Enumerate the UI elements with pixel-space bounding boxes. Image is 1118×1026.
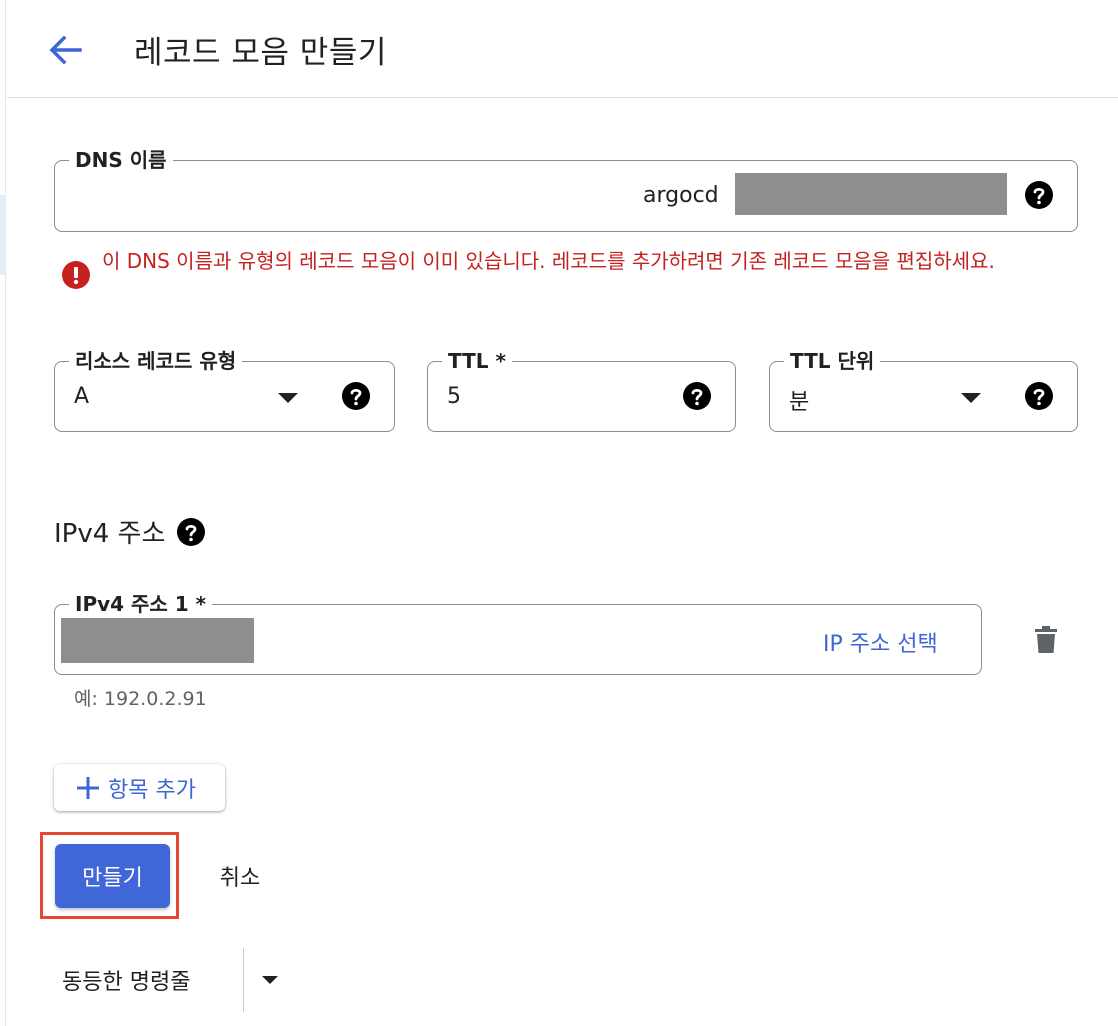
- add-item-label: 항목 추가: [108, 777, 196, 803]
- error-text: 이 DNS 이름과 유형의 레코드 모음이 이미 있습니다. 레코드를 추가하려…: [102, 249, 995, 273]
- ipv4-address-field[interactable]: IPv4 주소 1 * IP 주소 선택: [54, 591, 982, 675]
- cancel-button[interactable]: 취소: [198, 850, 282, 902]
- command-line-dropdown-button[interactable]: [252, 960, 288, 1000]
- dropdown-arrow-icon: [278, 393, 298, 403]
- delete-button[interactable]: [1026, 622, 1066, 658]
- help-icon[interactable]: [683, 382, 711, 410]
- ttl-unit-label: TTL 단위: [784, 348, 881, 374]
- create-button[interactable]: 만들기: [55, 844, 170, 908]
- help-icon[interactable]: [177, 517, 206, 546]
- back-button[interactable]: [43, 28, 87, 72]
- ttl-label: TTL *: [442, 348, 512, 374]
- ipv4-section-title: IPv4 주소: [54, 513, 206, 550]
- ipv4-address-label: IPv4 주소 1 *: [69, 591, 213, 617]
- record-type-label: 리소스 레코드 유형: [69, 348, 243, 374]
- help-icon[interactable]: [342, 382, 370, 410]
- dns-name-field[interactable]: DNS 이름 argocd: [54, 147, 1078, 232]
- dropdown-arrow-icon: [262, 976, 278, 984]
- ipv4-section-label: IPv4 주소: [54, 519, 166, 549]
- record-type-value: A: [74, 384, 90, 409]
- arrow-back-icon: [49, 35, 82, 65]
- help-icon[interactable]: [1025, 181, 1053, 209]
- dropdown-arrow-icon: [961, 393, 981, 403]
- error-message: 이 DNS 이름과 유형의 레코드 모음이 이미 있습니다. 레코드를 추가하려…: [62, 246, 1072, 289]
- error-icon: [62, 261, 90, 289]
- divider: [243, 948, 244, 1012]
- record-type-select[interactable]: 리소스 레코드 유형 A: [54, 348, 395, 432]
- ttl-value: 5: [447, 384, 461, 409]
- left-nav-highlight: [0, 195, 6, 275]
- left-nav-strip: [0, 0, 6, 1026]
- page-header: 레코드 모음 만들기: [7, 0, 1118, 98]
- ttl-unit-select[interactable]: TTL 단위 분: [769, 348, 1078, 432]
- select-ip-link[interactable]: IP 주소 선택: [823, 626, 938, 658]
- ipv4-hint: 예: 192.0.2.91: [74, 688, 207, 710]
- redacted-ip: [61, 618, 254, 663]
- dns-name-label: DNS 이름: [69, 147, 173, 173]
- redacted-domain: [735, 173, 1007, 215]
- dns-name-value: argocd: [643, 183, 719, 208]
- plus-icon: [77, 776, 99, 799]
- add-item-button[interactable]: 항목 추가: [54, 764, 225, 811]
- ttl-unit-value: 분: [789, 390, 810, 415]
- trash-icon: [1035, 626, 1057, 653]
- ttl-input[interactable]: TTL * 5: [427, 348, 736, 432]
- command-line-button[interactable]: 동등한 명령줄: [62, 950, 190, 1010]
- help-icon[interactable]: [1025, 382, 1053, 410]
- create-button-highlight: 만들기: [40, 832, 179, 919]
- page-title: 레코드 모음 만들기: [134, 35, 387, 71]
